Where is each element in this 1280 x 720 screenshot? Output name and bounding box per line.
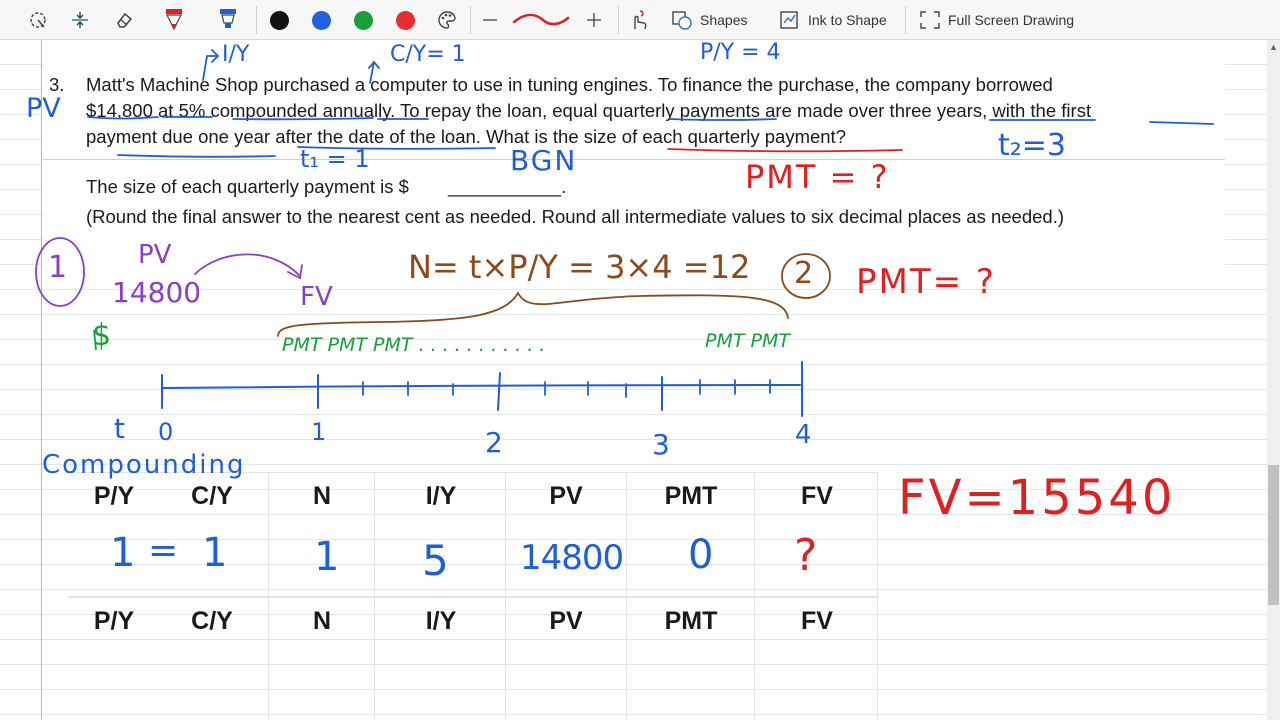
eraser-button[interactable] — [110, 0, 138, 40]
thickness-decrease-button[interactable] — [476, 0, 504, 40]
minus-icon — [483, 19, 497, 21]
full-screen-drawing-button[interactable]: Full Screen Drawing — [918, 0, 1074, 40]
ink-step2: 2 — [794, 256, 814, 291]
shapes-label: Shapes — [700, 12, 748, 28]
ink-t1-note: t₁ = 1 — [300, 145, 370, 173]
color-black-swatch[interactable] — [265, 0, 293, 40]
ink-iy-note: I/Y — [222, 42, 250, 67]
red-stroke-preview-icon — [512, 13, 570, 26]
color-green-swatch[interactable] — [349, 0, 377, 40]
ink-t-label: t — [114, 412, 125, 445]
ink-pv-value: 14800 — [112, 276, 202, 309]
ink-arrow-pv-fv — [194, 253, 303, 280]
ink-pmt-question-1: PMT = ? — [745, 158, 890, 196]
ink-row1-equals: = — [148, 530, 179, 571]
ink-dollar: $ — [92, 318, 112, 353]
ink-arrow-iy — [202, 49, 220, 81]
color-red-dot — [395, 10, 415, 30]
full-screen-icon — [920, 11, 940, 29]
timeline-tick-3: 3 — [652, 428, 670, 461]
drawing-toolbar: Shapes Ink to Shape Full Screen Drawing — [0, 0, 1280, 40]
ink-row1-fv: ? — [794, 530, 818, 581]
ink-fv-label: FV — [300, 282, 333, 312]
scrollbar-thumb[interactable] — [1268, 465, 1279, 605]
ink-underline-compounded — [232, 117, 374, 121]
ink-row1-py: 1 — [110, 530, 136, 576]
color-green-dot — [353, 10, 373, 30]
stroke-preview — [510, 0, 572, 40]
ink-fv-result: FV=15540 — [898, 470, 1176, 526]
ink-pv-margin: PV — [26, 93, 61, 124]
palette-icon — [438, 11, 456, 29]
vertical-scrollbar[interactable] — [1267, 40, 1280, 720]
timeline-tick-1: 1 — [311, 418, 327, 446]
full-screen-label: Full Screen Drawing — [948, 12, 1075, 28]
ink-underline-14800 — [87, 116, 159, 120]
ink-compounding: Compounding — [42, 450, 246, 480]
ink-bgn-note: BGN — [510, 144, 578, 177]
ink-pmt-left: PMT PMT PMT . . . . . . . . . . . — [282, 334, 546, 356]
ink-step1: 1 — [48, 250, 68, 285]
highlighter-blue-icon — [220, 9, 236, 28]
more-colors-button[interactable] — [433, 0, 461, 40]
eraser-icon — [117, 12, 133, 28]
ink-underline-quarterly — [669, 118, 777, 121]
ink-pmt-right: PMT PMT — [705, 330, 790, 352]
timeline-tick-4: 4 — [795, 420, 812, 450]
pen-red-button[interactable] — [160, 0, 188, 40]
pen-red-icon — [166, 9, 182, 31]
ink-t2-note: t₂=3 — [998, 128, 1067, 163]
thickness-increase-button[interactable] — [580, 0, 608, 40]
ink-underline-first — [1149, 121, 1214, 125]
shapes-icon — [672, 11, 692, 30]
ink-arrow-cy — [368, 60, 380, 84]
color-blue-dot — [311, 10, 331, 30]
highlighter-blue-button[interactable] — [214, 0, 242, 40]
ink-to-shape-icon — [780, 11, 798, 29]
plus-icon — [587, 13, 601, 27]
ink-n-formula: N= t×P/Y = 3×4 =12 — [408, 248, 751, 286]
ink-pv-label: PV — [138, 240, 172, 270]
ink-to-shape-label: Ink to Shape — [808, 12, 887, 28]
shapes-button[interactable]: Shapes — [670, 0, 747, 40]
touch-writing-button[interactable] — [626, 0, 652, 40]
ink-row1-pv: 14800 — [520, 538, 624, 578]
timeline-tick-0: 0 — [158, 418, 174, 446]
touch-writing-icon — [634, 10, 647, 30]
ink-pmt-question-2: PMT= ? — [856, 262, 996, 302]
ink-row1-cy: 1 — [202, 530, 228, 576]
ink-row1-pmt: 0 — [688, 532, 714, 578]
lasso-select-button[interactable] — [24, 0, 52, 40]
insert-space-icon — [72, 12, 88, 28]
ink-strokes — [35, 49, 1214, 417]
ink-to-shape-button[interactable]: Ink to Shape — [778, 0, 887, 40]
ink-underline-size-of-payment — [667, 148, 903, 153]
ink-py-note: P/Y = 4 — [700, 40, 781, 65]
timeline-axis — [162, 384, 801, 389]
insert-space-button[interactable] — [66, 0, 94, 40]
color-blue-swatch[interactable] — [307, 0, 335, 40]
ink-underline-payment-due — [117, 154, 276, 158]
scroll-up-arrow-icon[interactable]: ▲ — [1267, 42, 1280, 52]
ink-cy-note: C/Y= 1 — [390, 42, 466, 67]
ink-row1-iy: 5 — [422, 536, 449, 585]
color-black-dot — [269, 10, 289, 30]
lasso-select-icon — [30, 12, 46, 28]
drawing-canvas[interactable]: 3. Matt's Machine Shop purchased a compu… — [0, 40, 1280, 720]
color-red-swatch[interactable] — [391, 0, 419, 40]
timeline-tick-2: 2 — [485, 426, 503, 459]
ink-row1-n: 1 — [314, 534, 340, 580]
